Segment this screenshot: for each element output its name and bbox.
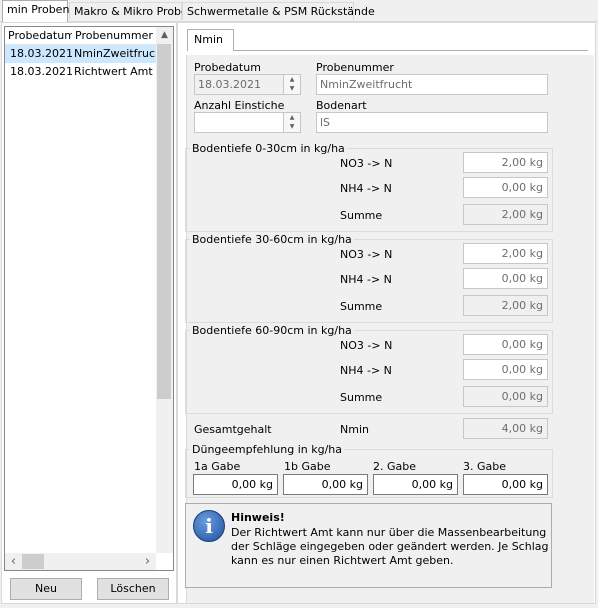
no3-label: NO3 -> N [340,157,393,170]
horizontal-scrollbar[interactable]: ‹ › [5,553,156,570]
scroll-up-icon[interactable]: ▲ [156,27,173,44]
nh4-0-30-field[interactable]: 0,00 kg [463,177,548,198]
nh4-label: NH4 -> N [340,273,392,286]
probedatum-label: Probedatum [194,61,261,74]
einstiche-stepper[interactable]: ▲ ▼ [283,113,300,132]
proben-list[interactable]: Probedatum Probenummer 18.03.2021 NminZw… [4,26,174,571]
gabe-1b-label: 1b Gabe [284,460,331,473]
stepper-down-icon[interactable]: ▼ [284,122,300,131]
gabe-1a-label: 1a Gabe [194,460,241,473]
no3-30-60-field[interactable]: 2,00 kg [463,243,548,264]
gesamtgehalt-label: Gesamtgehalt [194,423,272,436]
no3-0-30-field[interactable]: 2,00 kg [463,152,548,173]
group-title-30-60: Bodentiefe 30-60cm in kg/ha [190,233,354,246]
loeschen-button[interactable]: Löschen [97,578,169,600]
hinweis-title: Hinweis! [231,511,285,524]
hinweis-box: i Hinweis! Der Richtwert Amt kann nur üb… [185,503,552,588]
nh4-30-60-field[interactable]: 0,00 kg [463,268,548,289]
group-title-60-90: Bodentiefe 60-90cm in kg/ha [190,324,354,337]
gabe-1a-input[interactable]: 0,00 kg [193,474,278,495]
no3-60-90-field[interactable]: 0,00 kg [463,334,548,355]
gabe-3-label: 3. Gabe [463,460,507,473]
summe-label: Summe [340,209,383,222]
column-header-probenummer[interactable]: Probenummer [72,27,162,45]
tab-schwermetalle-psm[interactable]: Schwermetalle & PSM Rückstände [182,2,375,20]
gabe-2-label: 2. Gabe [373,460,417,473]
list-item[interactable]: 18.03.2021 NminZweitfrucht [5,45,166,63]
no3-label: NO3 -> N [340,339,393,352]
list-item-nummer: Richtwert Amt [74,65,153,78]
gesamt-nmin-field: 4,00 kg [463,418,548,439]
column-header-probedatum[interactable]: Probedatum [5,27,75,45]
gabe-2-input[interactable]: 0,00 kg [373,474,458,495]
tab-nmin-proben[interactable]: min Proben [2,0,69,22]
gabe-3-input[interactable]: 0,00 kg [463,474,548,495]
probenummer-label: Probenummer [316,61,394,74]
nh4-60-90-field[interactable]: 0,00 kg [463,359,548,380]
vertical-scrollbar[interactable]: ▲ [156,27,173,553]
list-item-date: 18.03.2021 [10,65,73,78]
gabe-1b-input[interactable]: 0,00 kg [283,474,368,495]
group-title-duenge: Düngeempfehlung in kg/ha [190,443,345,456]
list-item[interactable]: 18.03.2021 Richtwert Amt [5,63,158,81]
list-item-nummer: NminZweitfrucht [74,47,167,60]
einstiche-field[interactable]: ▲ ▼ [194,112,301,133]
summe-30-60-field: 2,00 kg [463,295,548,316]
tab-nmin[interactable]: Nmin [187,29,234,51]
stepper-down-icon[interactable]: ▼ [284,84,300,93]
nh4-label: NH4 -> N [340,364,392,377]
scroll-right-icon[interactable]: › [139,553,156,570]
info-icon: i [193,510,225,542]
vertical-scroll-thumb[interactable] [157,44,171,399]
subtab-divider [234,50,588,51]
probedatum-stepper[interactable]: ▲ ▼ [283,75,300,94]
probedatum-field[interactable]: 18.03.2021 ▲ ▼ [194,74,301,95]
summe-60-90-field: 0,00 kg [463,386,548,407]
nh4-label: NH4 -> N [340,182,392,195]
hinweis-line-1: Der Richtwert Amt kann nur über die Mass… [231,526,547,539]
hinweis-line-3: kann es nur einen Richtwert Amt geben. [231,554,454,567]
summe-label: Summe [340,391,383,404]
einstiche-label: Anzahl Einstiche [194,99,285,112]
no3-label: NO3 -> N [340,248,393,261]
horizontal-scroll-thumb[interactable] [22,554,44,569]
hinweis-line-2: der Schläge eingegeben oder geändert wer… [231,540,549,553]
bodenart-field[interactable]: lS [316,112,548,133]
neu-button[interactable]: Neu [10,578,82,600]
nmin-label: Nmin [340,423,369,436]
summe-label: Summe [340,300,383,313]
bodenart-label: Bodenart [316,99,367,112]
list-item-date: 18.03.2021 [10,47,73,60]
probenummer-field[interactable]: NminZweitfrucht [316,74,548,95]
scroll-left-icon[interactable]: ‹ [5,553,22,570]
summe-0-30-field: 2,00 kg [463,204,548,225]
probedatum-value: 18.03.2021 [198,78,261,91]
stepper-up-icon[interactable]: ▲ [284,113,300,122]
main-tabbar: min Proben Makro & Mikro Proben Schwerme… [0,0,598,22]
tab-makro-mikro-proben[interactable]: Makro & Mikro Proben [69,2,195,20]
group-title-0-30: Bodentiefe 0-30cm in kg/ha [190,142,347,155]
stepper-up-icon[interactable]: ▲ [284,75,300,84]
